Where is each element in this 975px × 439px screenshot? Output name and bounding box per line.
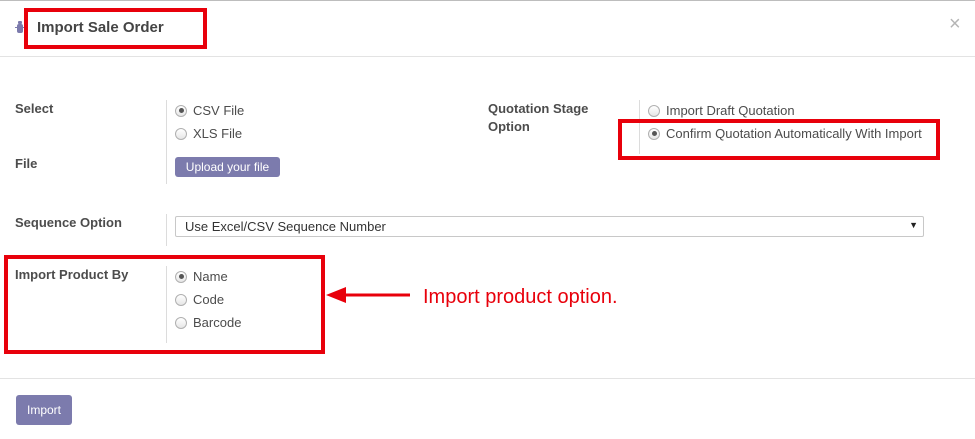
select-file-label-line1: Select xyxy=(15,101,54,116)
radio-xls-file[interactable]: XLS File xyxy=(175,126,242,141)
close-icon[interactable]: × xyxy=(949,14,961,34)
radio-import-draft-quotation[interactable]: Import Draft Quotation xyxy=(648,103,795,118)
radio-button[interactable] xyxy=(175,316,187,329)
radio-button[interactable] xyxy=(175,127,187,140)
radio-product-code[interactable]: Code xyxy=(175,292,224,307)
radio-button[interactable] xyxy=(175,293,187,306)
chevron-down-icon: ▼ xyxy=(909,220,918,230)
import-product-by-label: Import Product By xyxy=(15,267,129,282)
upload-file-button[interactable]: Upload your file xyxy=(175,157,280,177)
annotation-text: Import product option. xyxy=(423,286,618,308)
radio-csv-file[interactable]: CSV File xyxy=(175,103,244,118)
radio-label: Code xyxy=(193,292,225,307)
quotation-stage-label-line2: Option xyxy=(488,119,530,134)
sequence-option-select[interactable]: Use Excel/CSV Sequence Number ▼ xyxy=(175,216,924,237)
dialog-header: Import Sale Order × xyxy=(0,0,975,57)
radio-button[interactable] xyxy=(175,270,187,283)
bug-icon xyxy=(15,21,25,33)
radio-label: Confirm Quotation Automatically With Imp… xyxy=(666,126,922,141)
radio-button[interactable] xyxy=(175,104,187,117)
radio-button[interactable] xyxy=(648,127,660,140)
select-value: Use Excel/CSV Sequence Number xyxy=(185,219,386,234)
dialog-title: Import Sale Order xyxy=(37,19,164,36)
quotation-stage-label-line1: Quotation Stage xyxy=(488,101,589,116)
radio-confirm-quotation[interactable]: Confirm Quotation Automatically With Imp… xyxy=(648,126,922,141)
radio-product-name[interactable]: Name xyxy=(175,269,228,284)
radio-label: CSV File xyxy=(193,103,245,118)
field-divider xyxy=(166,266,167,343)
radio-product-barcode[interactable]: Barcode xyxy=(175,315,241,330)
radio-label: XLS File xyxy=(193,126,243,141)
sequence-option-label: Sequence Option xyxy=(15,215,122,230)
field-divider xyxy=(166,214,167,246)
import-button[interactable]: Import xyxy=(16,395,72,425)
field-divider xyxy=(166,100,167,184)
arrow-left-icon xyxy=(326,287,410,303)
radio-label: Barcode xyxy=(193,315,242,330)
select-file-label-line2: File xyxy=(15,156,38,171)
footer-divider xyxy=(0,378,975,379)
field-divider xyxy=(639,100,640,154)
radio-label: Import Draft Quotation xyxy=(666,103,795,118)
radio-button[interactable] xyxy=(648,104,660,117)
radio-label: Name xyxy=(193,269,228,284)
